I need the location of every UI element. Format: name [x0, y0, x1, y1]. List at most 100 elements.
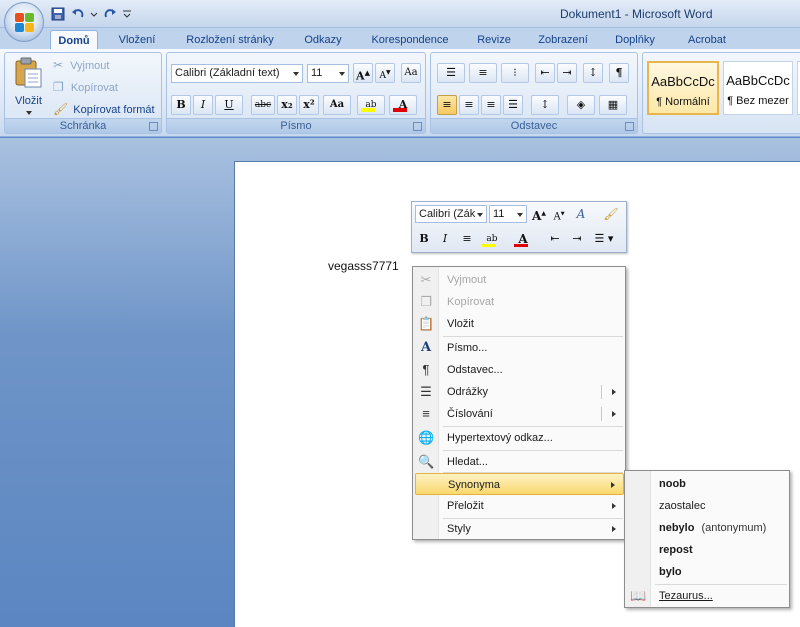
- align-left-button[interactable]: ≡: [437, 95, 457, 115]
- shrink-font-button[interactable]: A▼: [375, 63, 395, 83]
- tab-home[interactable]: Domů: [50, 30, 98, 50]
- cut-button[interactable]: ✂ Vyjmout: [53, 55, 109, 75]
- menu-item-bullets[interactable]: ☰ Odrážky: [415, 381, 624, 403]
- decrease-indent-button[interactable]: ⇤: [535, 63, 555, 83]
- document-text[interactable]: vegasss7771: [328, 259, 399, 273]
- menu-gutter: [625, 471, 651, 607]
- mini-font-name-combo[interactable]: Calibri (Zák: [415, 205, 487, 223]
- style-no-spacing[interactable]: AaBbCcDc ¶ Bez mezer: [723, 61, 793, 115]
- styles-button[interactable]: A: [572, 205, 590, 223]
- menu-item-paragraph[interactable]: ¶ Odstavec...: [415, 359, 624, 381]
- highlight-color-button[interactable]: ab: [480, 230, 504, 248]
- tab-insert[interactable]: Vložení: [112, 30, 162, 50]
- save-icon[interactable]: [50, 6, 66, 22]
- multilevel-list-button[interactable]: ⁝: [501, 63, 529, 83]
- thesaurus-icon: 📖: [630, 588, 647, 603]
- menu-item-numbering[interactable]: ≡ Číslování: [415, 403, 624, 425]
- clipboard-group: Vložit ✂ Vyjmout ❐ Kopírovat 🖌 Kopírovat…: [4, 52, 162, 134]
- customize-qat-icon[interactable]: [122, 6, 132, 22]
- show-marks-button[interactable]: ¶: [609, 63, 629, 83]
- clear-formatting-button[interactable]: Aa: [401, 63, 421, 83]
- line-spacing-button[interactable]: ↕: [531, 95, 559, 115]
- font-color-button[interactable]: A: [512, 230, 534, 248]
- quick-access-toolbar: [50, 5, 132, 23]
- split-divider: [601, 385, 602, 399]
- bullets-button[interactable]: ☰ ▾: [590, 230, 618, 248]
- synonym-item[interactable]: nebylo (antonymum): [659, 517, 766, 539]
- bullets-button[interactable]: ☰: [437, 63, 465, 83]
- menu-item-lookup[interactable]: 🔍 Hledat...: [415, 451, 624, 473]
- menu-item-synonyms[interactable]: Synonyma: [415, 473, 624, 495]
- format-painter-icon[interactable]: 🖌: [602, 205, 620, 223]
- increase-indent-button[interactable]: ⇥: [568, 230, 586, 248]
- highlight-color-button[interactable]: ab: [357, 95, 385, 115]
- mini-font-size-combo[interactable]: 11: [489, 205, 527, 223]
- center-button[interactable]: ≡: [458, 230, 476, 248]
- align-right-button[interactable]: ≡: [481, 95, 501, 115]
- numbering-button[interactable]: ≡: [469, 63, 497, 83]
- increase-indent-button[interactable]: ⇥: [557, 63, 577, 83]
- dialog-launcher-icon[interactable]: [413, 122, 422, 131]
- font-name-combo[interactable]: Calibri (Základní text): [171, 64, 303, 83]
- tab-page-layout[interactable]: Rozložení stránky: [180, 30, 280, 50]
- menu-item-paste[interactable]: 📋 Vložit: [415, 313, 624, 335]
- sort-button[interactable]: ↕: [583, 63, 603, 83]
- chevron-down-icon[interactable]: [90, 6, 98, 22]
- tab-mailings[interactable]: Korespondence: [364, 30, 456, 50]
- tab-references[interactable]: Odkazy: [298, 30, 348, 50]
- paragraph-group: ☰ ≡ ⁝ ⇤ ⇥ ↕ ¶ ≡ ≡ ≡ ☰ ↕ ◈ ▦ Odstavec: [430, 52, 638, 134]
- dialog-launcher-icon[interactable]: [625, 122, 634, 131]
- tab-addins[interactable]: Doplňky: [610, 30, 660, 50]
- copy-button[interactable]: ❐ Kopírovat: [53, 77, 118, 97]
- split-divider: [601, 407, 602, 421]
- paste-label: Vložit: [15, 95, 42, 107]
- title-bar: Dokument1 - Microsoft Word: [0, 0, 800, 28]
- format-painter-button[interactable]: 🖌 Kopírovat formát: [53, 99, 155, 119]
- redo-icon[interactable]: [102, 6, 118, 22]
- menu-item-cut[interactable]: ✂ Vyjmout: [415, 269, 624, 291]
- office-button[interactable]: [4, 2, 44, 42]
- borders-button[interactable]: ▦: [599, 95, 627, 115]
- shrink-font-button[interactable]: A▼: [550, 205, 568, 223]
- bold-button[interactable]: B: [171, 95, 191, 115]
- underline-button[interactable]: U: [215, 95, 243, 115]
- menu-item-hyperlink[interactable]: 🌐 Hypertextový odkaz...: [415, 427, 624, 449]
- subscript-button[interactable]: x₂: [277, 95, 297, 115]
- chevron-down-icon: [339, 72, 345, 76]
- superscript-button[interactable]: x²: [299, 95, 319, 115]
- menu-item-translate[interactable]: Přeložit: [415, 495, 624, 517]
- grow-font-button[interactable]: A▲: [530, 205, 548, 223]
- paragraph-icon: ¶: [422, 362, 430, 377]
- tab-acrobat[interactable]: Acrobat: [680, 30, 734, 50]
- paste-button[interactable]: Vložit: [9, 55, 47, 117]
- synonym-item[interactable]: bylo: [659, 561, 682, 583]
- menu-item-thesaurus[interactable]: Tezaurus...: [659, 585, 713, 607]
- synonym-item[interactable]: zaostalec: [659, 495, 705, 517]
- synonym-item[interactable]: repost: [659, 539, 693, 561]
- shading-button[interactable]: ◈: [567, 95, 595, 115]
- menu-item-font[interactable]: A Písmo...: [415, 337, 624, 359]
- cut-label: Vyjmout: [70, 60, 110, 72]
- style-normal[interactable]: AaBbCcDc ¶ Normální: [647, 61, 719, 115]
- tab-review[interactable]: Revize: [472, 30, 516, 50]
- italic-button[interactable]: I: [436, 230, 454, 248]
- bold-button[interactable]: B: [415, 230, 433, 248]
- decrease-indent-button[interactable]: ⇤: [546, 230, 564, 248]
- dialog-launcher-icon[interactable]: [149, 122, 158, 131]
- justify-button[interactable]: ☰: [503, 95, 523, 115]
- chevron-down-icon: [293, 72, 299, 76]
- font-color-button[interactable]: A: [389, 95, 417, 115]
- align-center-button[interactable]: ≡: [459, 95, 479, 115]
- menu-item-copy[interactable]: ❐ Kopírovat: [415, 291, 624, 313]
- italic-button[interactable]: I: [193, 95, 213, 115]
- menu-item-styles[interactable]: Styly: [415, 518, 624, 540]
- ribbon-tabs: Domů Vložení Rozložení stránky Odkazy Ko…: [0, 28, 800, 50]
- synonym-item[interactable]: noob: [659, 473, 686, 495]
- change-case-button[interactable]: Aa: [323, 95, 351, 115]
- strikethrough-button[interactable]: abc: [251, 95, 275, 115]
- font-size-combo[interactable]: 11: [307, 64, 349, 83]
- undo-icon[interactable]: [70, 6, 86, 22]
- grow-font-button[interactable]: A▲: [353, 63, 373, 83]
- hyperlink-icon: 🌐: [418, 430, 435, 445]
- tab-view[interactable]: Zobrazení: [530, 30, 596, 50]
